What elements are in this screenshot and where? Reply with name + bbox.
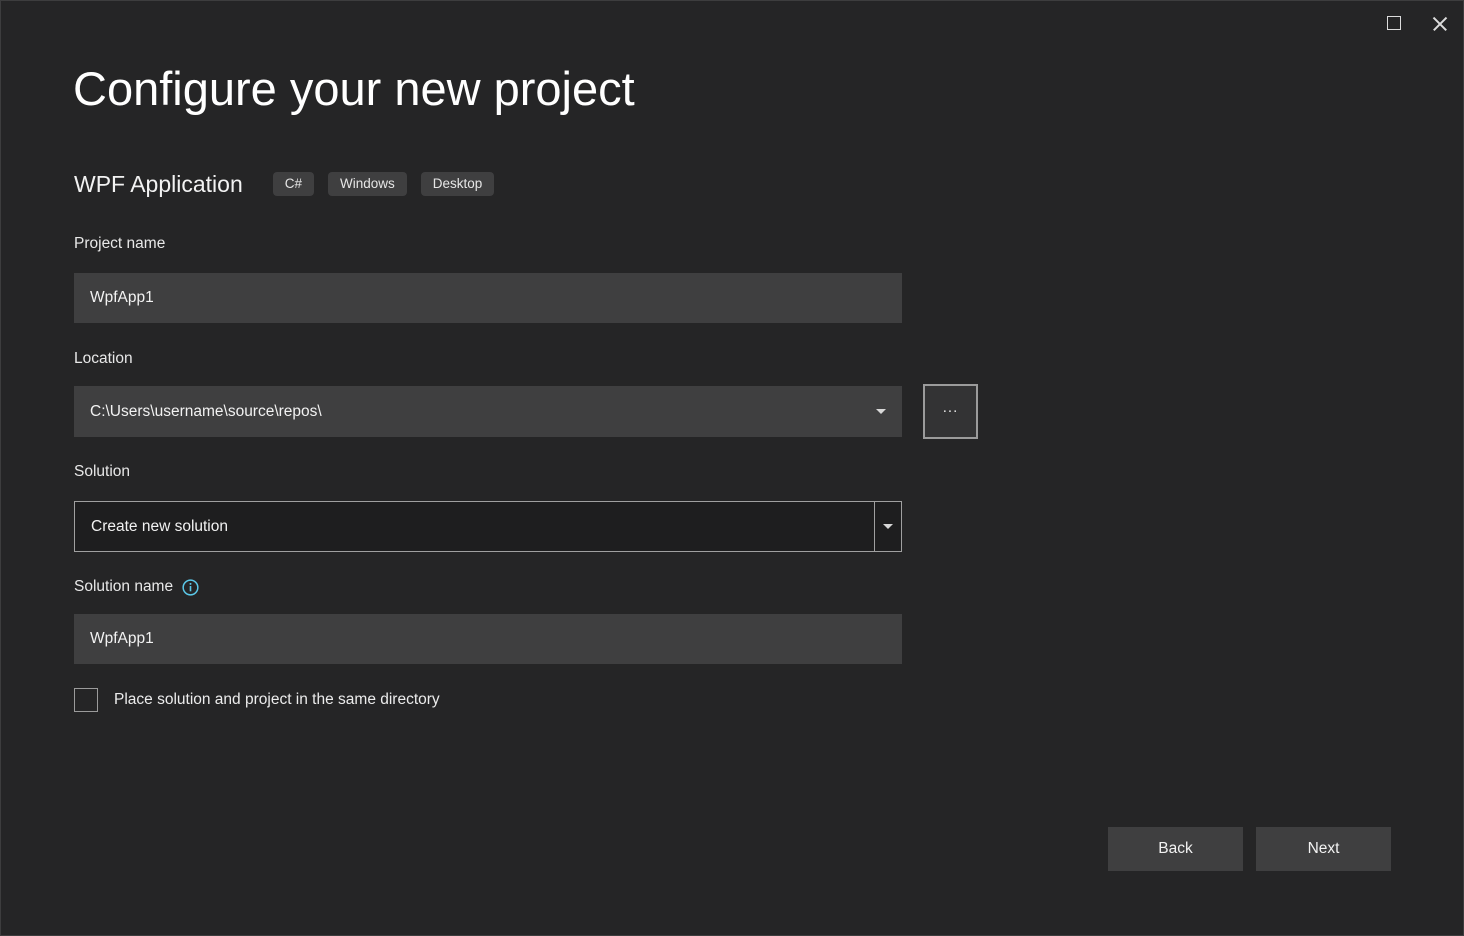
location-combobox[interactable]: C:\Users\username\source\repos\ (74, 386, 902, 437)
location-label: Location (74, 350, 133, 368)
solution-name-label: Solution name (74, 578, 173, 596)
square-icon (1387, 16, 1401, 30)
chevron-down-icon (883, 524, 893, 529)
tag-project-type: Desktop (421, 172, 495, 197)
same-directory-label: Place solution and project in the same d… (114, 691, 440, 709)
info-icon[interactable] (182, 579, 199, 596)
window-titlebar (1, 1, 1463, 53)
maximize-button[interactable] (1371, 1, 1417, 45)
solution-dropdown-arrow[interactable] (874, 502, 901, 551)
same-directory-row[interactable]: Place solution and project in the same d… (74, 688, 440, 712)
configure-project-dialog: Configure your new project WPF Applicati… (0, 0, 1464, 936)
location-value: C:\Users\username\source\repos\ (90, 403, 876, 421)
project-name-label: Project name (74, 235, 165, 253)
solution-label: Solution (74, 463, 130, 481)
tag-language: C# (273, 172, 314, 197)
next-button[interactable]: Next (1256, 827, 1391, 871)
solution-name-input[interactable]: WpfApp1 (74, 614, 902, 664)
close-button[interactable] (1417, 1, 1463, 45)
back-button[interactable]: Back (1108, 827, 1243, 871)
project-name-input[interactable]: WpfApp1 (74, 273, 902, 323)
template-summary: WPF Application C# Windows Desktop (74, 167, 494, 201)
solution-value: Create new solution (75, 502, 874, 551)
solution-combobox[interactable]: Create new solution (74, 501, 902, 552)
template-name: WPF Application (74, 171, 243, 198)
chevron-down-icon (876, 409, 886, 414)
page-title: Configure your new project (73, 63, 635, 115)
same-directory-checkbox[interactable] (74, 688, 98, 712)
browse-location-button[interactable]: ... (923, 384, 978, 439)
dialog-footer: Back Next (1, 827, 1463, 873)
close-icon (1432, 15, 1448, 31)
tag-platform: Windows (328, 172, 407, 197)
solution-name-label-row: Solution name (74, 578, 199, 596)
